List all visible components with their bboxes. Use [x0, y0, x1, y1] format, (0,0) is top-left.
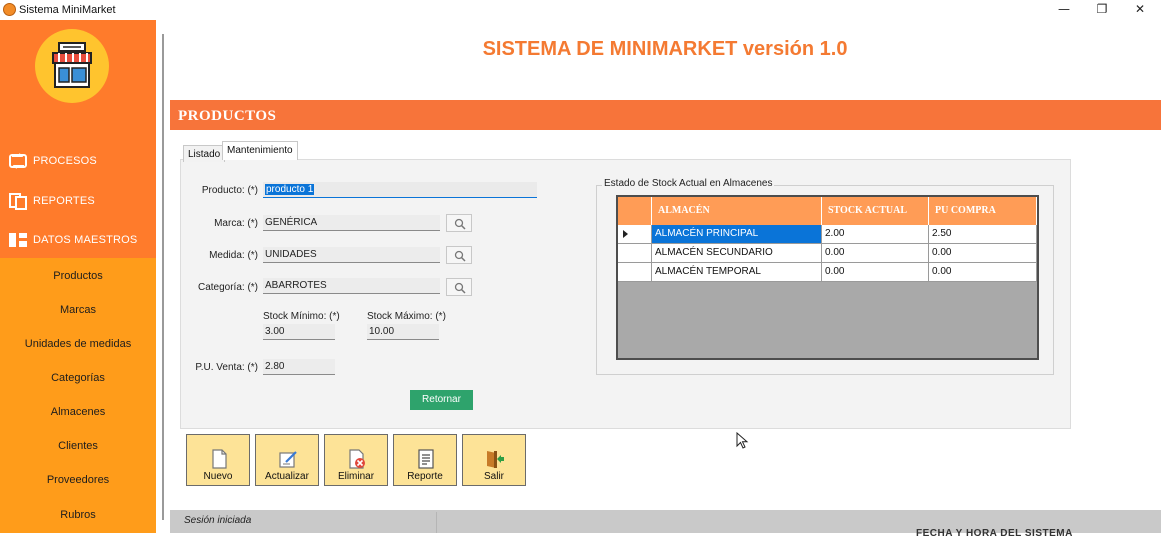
exit-door-icon: [485, 449, 505, 469]
delete-document-icon: [347, 449, 367, 469]
retornar-button[interactable]: Retornar: [410, 390, 473, 410]
sidebar-subitem-almacenes[interactable]: Almacenes: [0, 397, 156, 427]
system-datetime: FECHA Y HORA DEL SISTEMA: [916, 528, 1073, 539]
table-cell[interactable]: 0.00: [929, 263, 1037, 282]
sidebar-item-label: PROCESOS: [33, 155, 97, 167]
cycle-icon: [8, 152, 28, 170]
stock-grid[interactable]: ALMACÉN STOCK ACTUAL PU COMPRA ALMACÉN P…: [616, 195, 1039, 360]
app-header-title: SISTEMA DE MINIMARKET versión 1.0: [482, 38, 848, 60]
grid-header-almacen[interactable]: ALMACÉN: [652, 197, 822, 225]
close-button[interactable]: ✕: [1122, 0, 1158, 20]
stock-maximo-field[interactable]: 10.00: [367, 324, 439, 340]
report-icon: [416, 449, 436, 469]
mouse-cursor-icon: [736, 432, 749, 449]
producto-input[interactable]: producto 1: [263, 182, 537, 198]
nuevo-button[interactable]: Nuevo: [186, 434, 250, 486]
reporte-label: Reporte: [407, 471, 443, 482]
sidebar-item-label: REPORTES: [33, 195, 95, 207]
sidebar-subitem-unidades[interactable]: Unidades de medidas: [0, 329, 156, 359]
stock-maximo-label: Stock Máximo: (*): [367, 311, 446, 322]
row-header-current[interactable]: [618, 225, 652, 244]
store-logo-icon: [35, 29, 109, 103]
marca-field[interactable]: GENÉRICA: [263, 215, 440, 231]
search-icon: [454, 218, 466, 230]
minimize-button[interactable]: —: [1046, 0, 1082, 20]
sidebar-subitem-categorias[interactable]: Categorías: [0, 363, 156, 393]
row-header[interactable]: [618, 244, 652, 263]
categoria-field[interactable]: ABARROTES: [263, 278, 440, 294]
window-title: Sistema MiniMarket: [19, 4, 116, 16]
categoria-label: Categoría: (*): [197, 282, 258, 293]
row-header[interactable]: [618, 263, 652, 282]
table-cell[interactable]: 0.00: [822, 263, 929, 282]
table-cell[interactable]: 0.00: [822, 244, 929, 263]
medida-search-button[interactable]: [446, 246, 472, 264]
sidebar-subitem-productos[interactable]: Productos: [0, 261, 156, 291]
eliminar-button[interactable]: Eliminar: [324, 434, 388, 486]
documents-icon: [8, 192, 28, 210]
table-cell[interactable]: ALMACÉN PRINCIPAL: [652, 225, 822, 244]
title-bar: [0, 0, 1161, 20]
tab-listado[interactable]: Listado: [183, 145, 226, 162]
producto-label: Producto: (*): [201, 185, 258, 196]
search-icon: [454, 250, 466, 262]
medida-field[interactable]: UNIDADES: [263, 247, 440, 263]
search-icon: [454, 282, 466, 294]
section-title: PRODUCTOS: [178, 108, 277, 124]
table-cell[interactable]: ALMACÉN SECUNDARIO: [652, 244, 822, 263]
actualizar-button[interactable]: Actualizar: [255, 434, 319, 486]
sidebar: PROCESOS REPORTES DATOS MAESTROS Product…: [0, 20, 156, 533]
sidebar-item-procesos[interactable]: PROCESOS: [0, 146, 156, 176]
sidebar-subitem-rubros[interactable]: Rubros: [0, 500, 156, 530]
current-row-arrow-icon: [623, 230, 628, 238]
actualizar-label: Actualizar: [265, 471, 309, 482]
pu-venta-field[interactable]: 2.80: [263, 359, 335, 375]
table-cell[interactable]: 2.50: [929, 225, 1037, 244]
app-icon: [3, 3, 16, 16]
table-cell[interactable]: 0.00: [929, 244, 1037, 263]
sidebar-item-reportes[interactable]: REPORTES: [0, 186, 156, 216]
stock-minimo-label: Stock Mínimo: (*): [263, 311, 340, 322]
producto-input-value: producto 1: [265, 184, 315, 195]
pu-venta-label: P.U. Venta: (*): [195, 362, 258, 373]
maximize-button[interactable]: ❐: [1084, 0, 1120, 20]
grid-header-pu[interactable]: PU COMPRA: [929, 197, 1037, 225]
eliminar-label: Eliminar: [337, 471, 375, 482]
grid-header-stock[interactable]: STOCK ACTUAL: [822, 197, 929, 225]
sidebar-item-label: DATOS MAESTROS: [33, 234, 138, 246]
medida-label: Medida: (*): [209, 250, 258, 261]
marca-label: Marca: (*): [214, 218, 258, 229]
session-status: Sesión iniciada: [184, 515, 252, 526]
table-cell[interactable]: 2.00: [822, 225, 929, 244]
section-banner: [170, 100, 1161, 130]
edit-icon: [278, 449, 298, 469]
sidebar-subitem-marcas[interactable]: Marcas: [0, 295, 156, 325]
stock-minimo-field[interactable]: 3.00: [263, 324, 335, 340]
salir-button[interactable]: Salir: [462, 434, 526, 486]
salir-label: Salir: [483, 471, 504, 482]
hierarchy-icon: [8, 231, 28, 249]
sidebar-item-datos-maestros[interactable]: DATOS MAESTROS: [0, 225, 156, 255]
categoria-search-button[interactable]: [446, 278, 472, 296]
nuevo-label: Nuevo: [203, 471, 233, 482]
new-document-icon: [209, 449, 229, 469]
reporte-button[interactable]: Reporte: [393, 434, 457, 486]
stock-groupbox-title: Estado de Stock Actual en Almacenes: [602, 178, 775, 189]
sidebar-subitem-proveedores[interactable]: Proveedores: [0, 465, 156, 495]
marca-search-button[interactable]: [446, 214, 472, 232]
status-divider: [436, 512, 437, 533]
tab-mantenimiento[interactable]: Mantenimiento: [222, 141, 298, 160]
sidebar-subitem-clientes[interactable]: Clientes: [0, 431, 156, 461]
sidebar-main-section: PROCESOS REPORTES DATOS MAESTROS: [0, 20, 156, 258]
sidebar-splitter[interactable]: [162, 34, 164, 520]
grid-corner-header: [618, 197, 652, 225]
table-cell[interactable]: ALMACÉN TEMPORAL: [652, 263, 822, 282]
